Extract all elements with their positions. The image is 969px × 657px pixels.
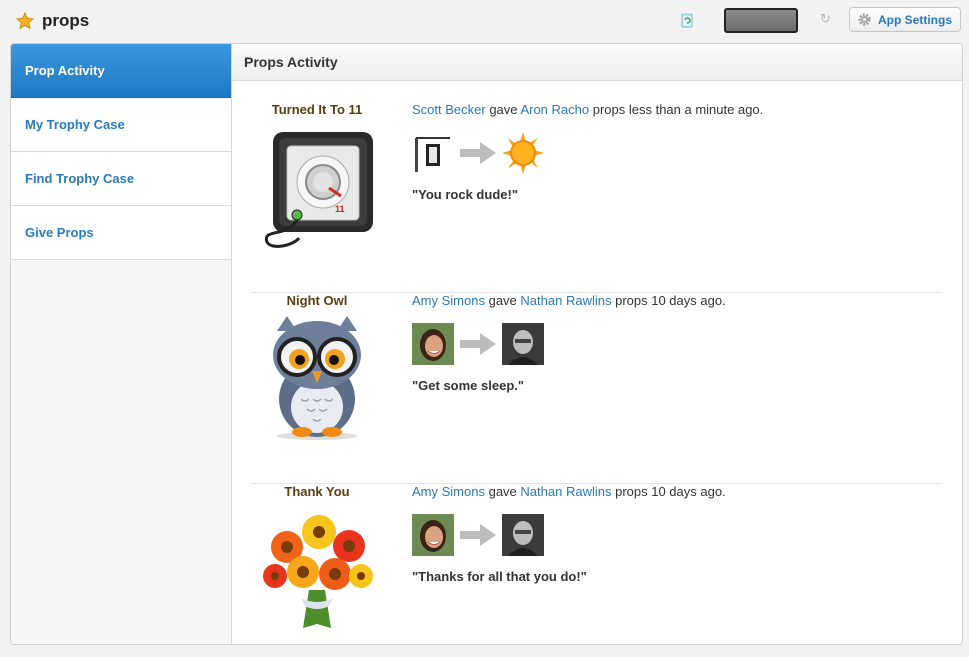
props-exchange — [412, 323, 544, 365]
props-message: "Get some sleep." — [412, 378, 525, 393]
props-message: "Thanks for all that you do!" — [412, 569, 587, 584]
svg-text:11: 11 — [335, 204, 345, 214]
content-area: Props Activity Turned It To 11 11 Scott … — [232, 44, 962, 644]
app-settings-button[interactable]: App Settings — [849, 7, 961, 32]
trophy-title: Night Owl — [286, 293, 348, 308]
sidebar-item-prop-activity[interactable]: Prop Activity — [11, 44, 231, 98]
app-settings-label: App Settings — [878, 12, 952, 27]
arrow-right-icon — [460, 333, 496, 355]
giver-avatar[interactable] — [412, 132, 454, 174]
activity-verb: gave — [488, 484, 517, 499]
receiver-link[interactable]: Aron Racho — [520, 102, 589, 117]
main-panel: Prop Activity My Trophy Case Find Trophy… — [10, 43, 963, 645]
arrow-right-icon — [460, 524, 496, 546]
activity-verb: gave — [489, 102, 518, 117]
sidebar-item-my-trophy-case[interactable]: My Trophy Case — [11, 98, 231, 152]
trophy-title: Thank You — [284, 484, 350, 499]
props-exchange — [412, 132, 544, 174]
activity-item: Turned It To 11 11 Scott Becker gave Aro… — [252, 102, 942, 293]
app-name: props — [42, 11, 90, 30]
refresh-icon[interactable]: ↻ — [820, 11, 831, 27]
activity-suffix: props 10 days ago. — [615, 484, 726, 499]
activity-text: Scott Becker gave Aron Racho props less … — [412, 102, 763, 117]
giver-link[interactable]: Amy Simons — [412, 293, 485, 308]
arrow-right-icon — [460, 142, 496, 164]
sidebar: Prop Activity My Trophy Case Find Trophy… — [11, 44, 232, 644]
receiver-link[interactable]: Nathan Rawlins — [520, 484, 611, 499]
giver-link[interactable]: Scott Becker — [412, 102, 486, 117]
recycle-icon[interactable] — [680, 12, 694, 28]
sidebar-item-give-props[interactable]: Give Props — [11, 206, 231, 260]
giver-link[interactable]: Amy Simons — [412, 484, 485, 499]
user-account-redacted[interactable] — [724, 8, 798, 33]
receiver-avatar[interactable] — [502, 323, 544, 365]
giver-avatar[interactable] — [412, 514, 454, 556]
top-bar: props ↻ App Settings — [0, 0, 969, 44]
activity-item: Night Owl Amy Simons gave Nathan Rawlins… — [252, 293, 942, 484]
receiver-avatar[interactable] — [502, 132, 544, 174]
app-title: props — [16, 11, 89, 31]
star-icon[interactable] — [16, 12, 34, 30]
gear-icon — [858, 13, 871, 26]
bouquet-trophy-icon[interactable] — [257, 502, 377, 632]
activity-suffix: props 10 days ago. — [615, 293, 726, 308]
activity-text: Amy Simons gave Nathan Rawlins props 10 … — [412, 293, 726, 308]
activity-verb: gave — [488, 293, 517, 308]
trophy-title: Turned It To 11 — [271, 102, 363, 117]
giver-avatar[interactable] — [412, 323, 454, 365]
amp-trophy-icon[interactable]: 11 — [257, 120, 377, 250]
receiver-avatar[interactable] — [502, 514, 544, 556]
props-exchange — [412, 514, 544, 556]
activity-text: Amy Simons gave Nathan Rawlins props 10 … — [412, 484, 726, 499]
sidebar-item-find-trophy-case[interactable]: Find Trophy Case — [11, 152, 231, 206]
activity-item: Thank You Amy Simons gave Nathan Rawlins — [252, 484, 942, 644]
activity-suffix: props less than a minute ago. — [592, 102, 764, 117]
receiver-link[interactable]: Nathan Rawlins — [520, 293, 611, 308]
page-title: Props Activity — [232, 44, 962, 81]
props-message: "You rock dude!" — [412, 187, 518, 202]
owl-trophy-icon[interactable] — [257, 311, 377, 441]
